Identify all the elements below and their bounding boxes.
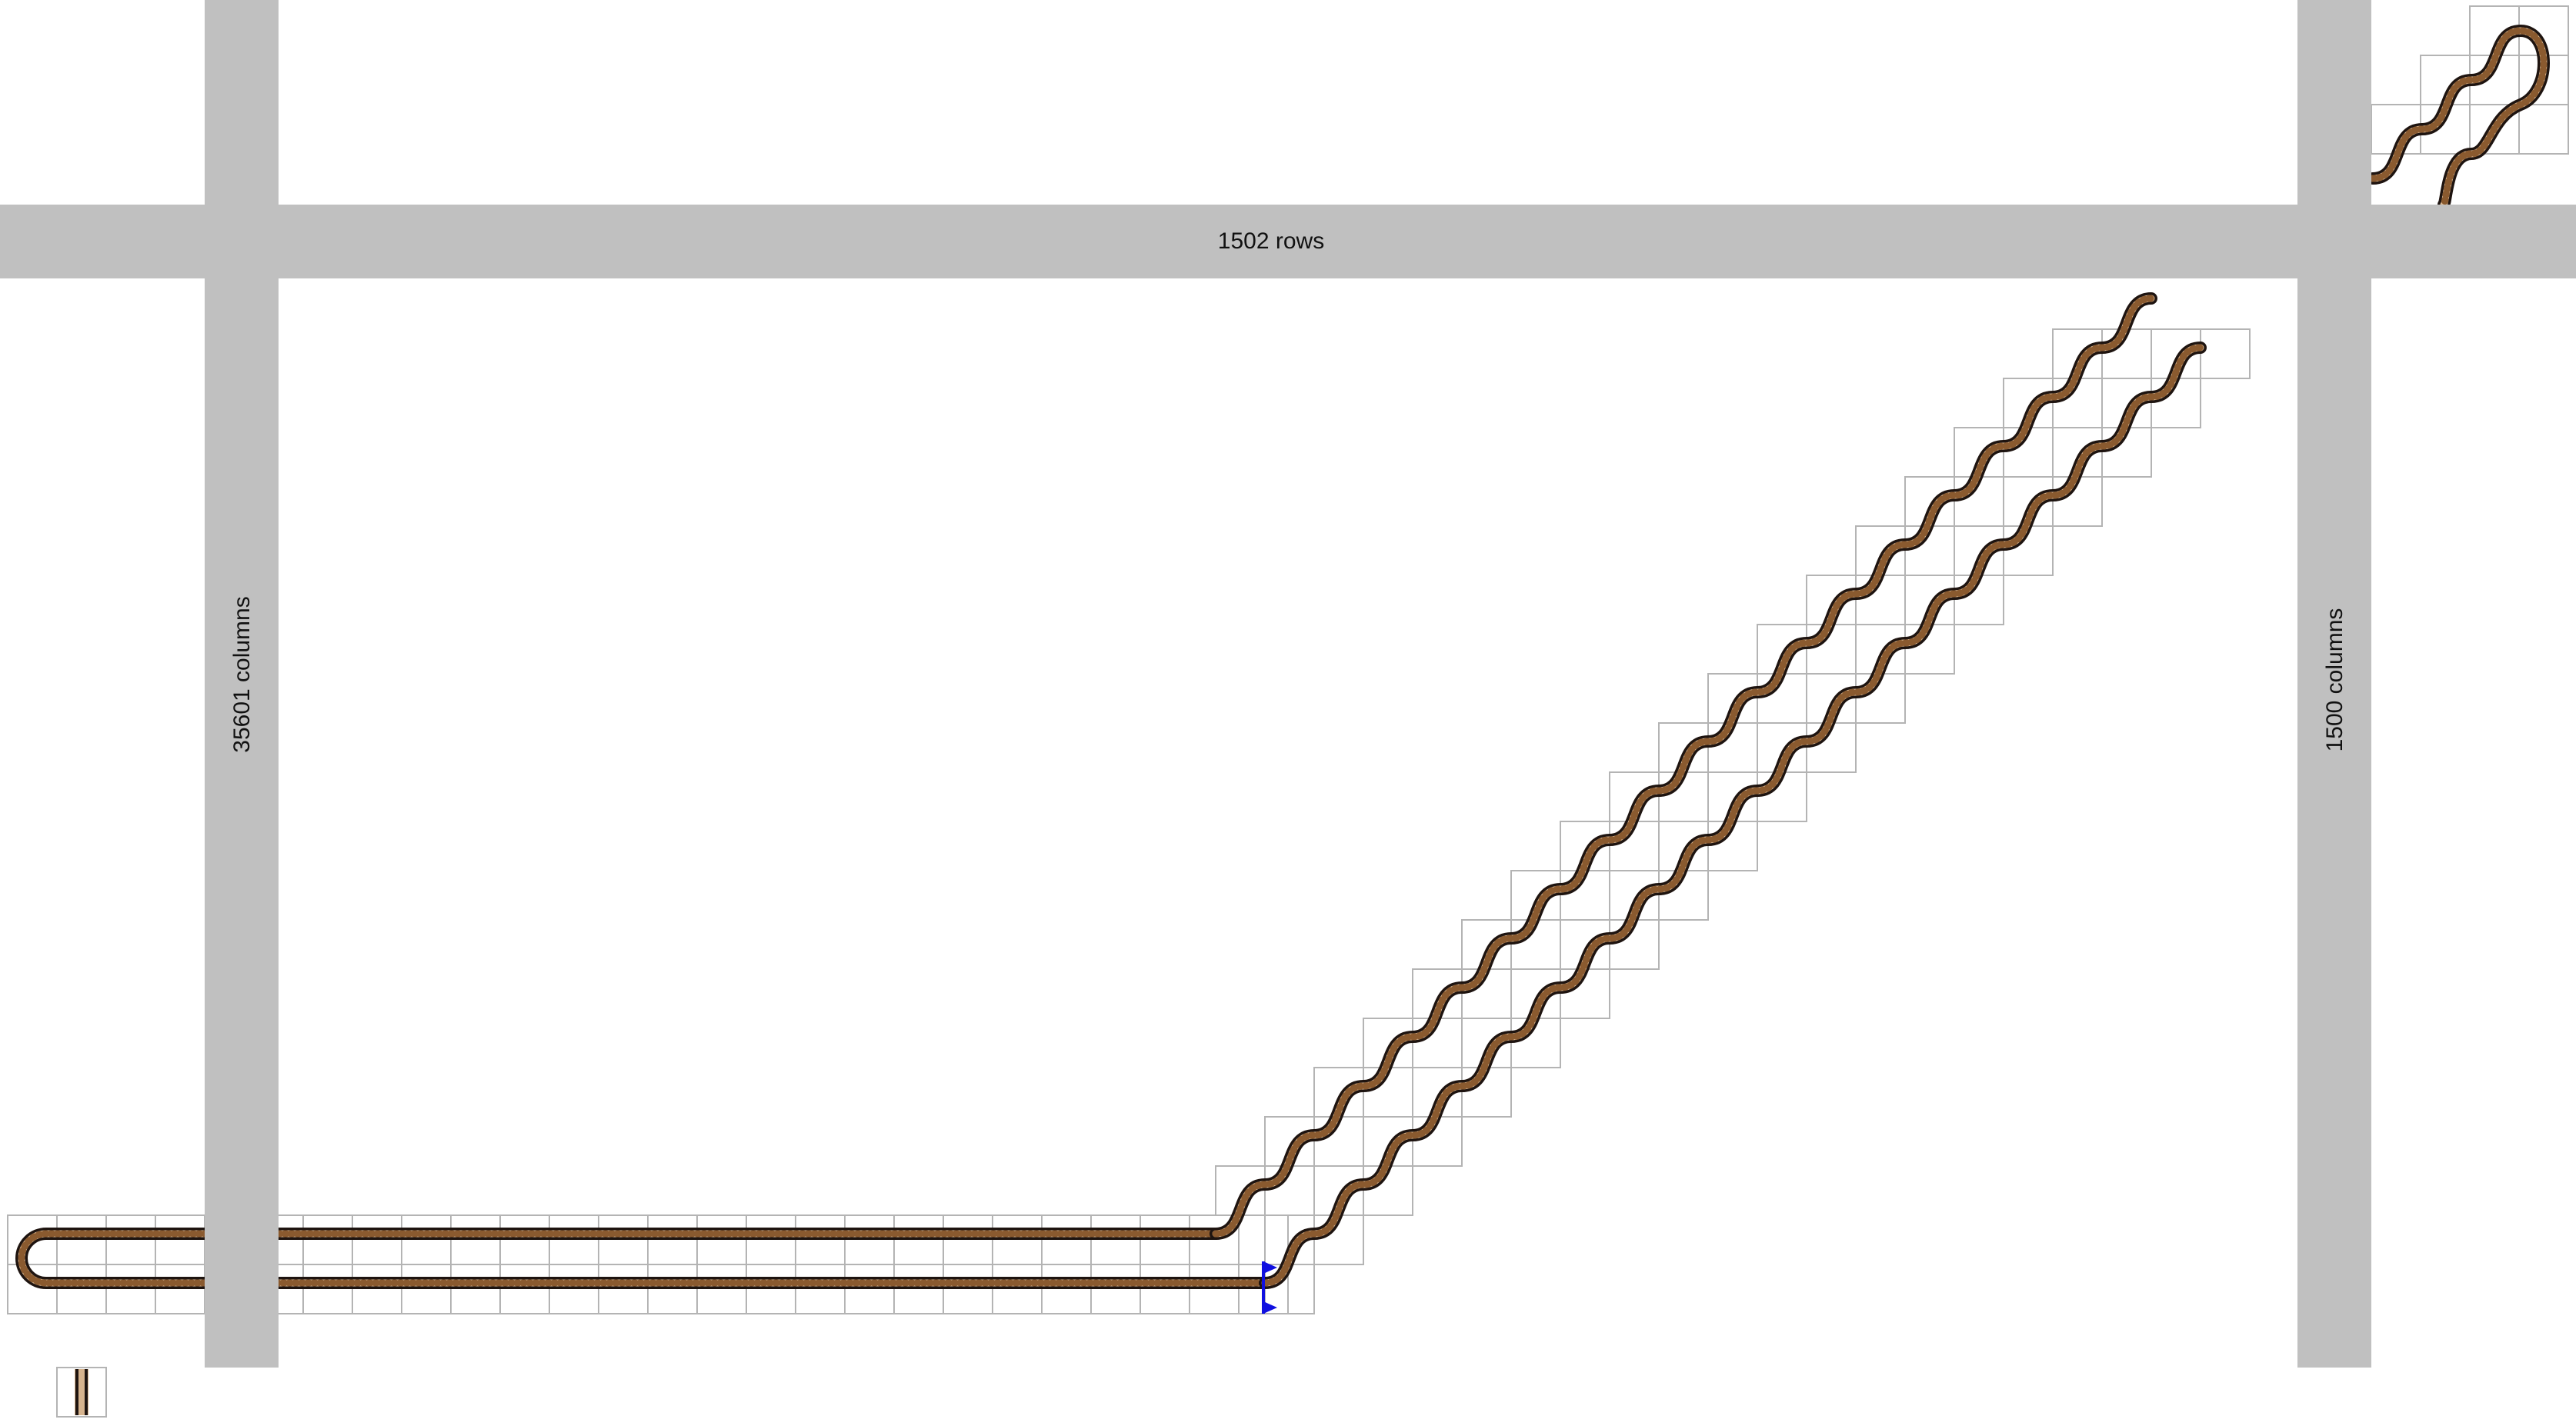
track-corner-loop[interactable]	[2367, 24, 2550, 211]
track-upper-wave[interactable]	[1210, 292, 2157, 1240]
left-columns-band-label: 35601 columns	[229, 596, 255, 752]
track-grid	[7, 5, 2569, 1314]
right-columns-band-label: 1500 columns	[2322, 608, 2347, 752]
grid-cell	[2518, 104, 2569, 155]
signal-flag-icon[interactable]	[1263, 1261, 1277, 1274]
grid-cell	[1238, 1214, 1289, 1265]
rail-layout-canvas: 1502 rows 35601 columns 1500 columns	[0, 0, 2576, 1418]
track-lower-wave[interactable]	[1259, 342, 2207, 1289]
rail-track-tile-icon[interactable]	[56, 1367, 107, 1418]
grid-cell	[2200, 328, 2251, 379]
rows-band-label: 1502 rows	[1218, 228, 1324, 254]
signal-flag-icon[interactable]	[1263, 1301, 1277, 1314]
